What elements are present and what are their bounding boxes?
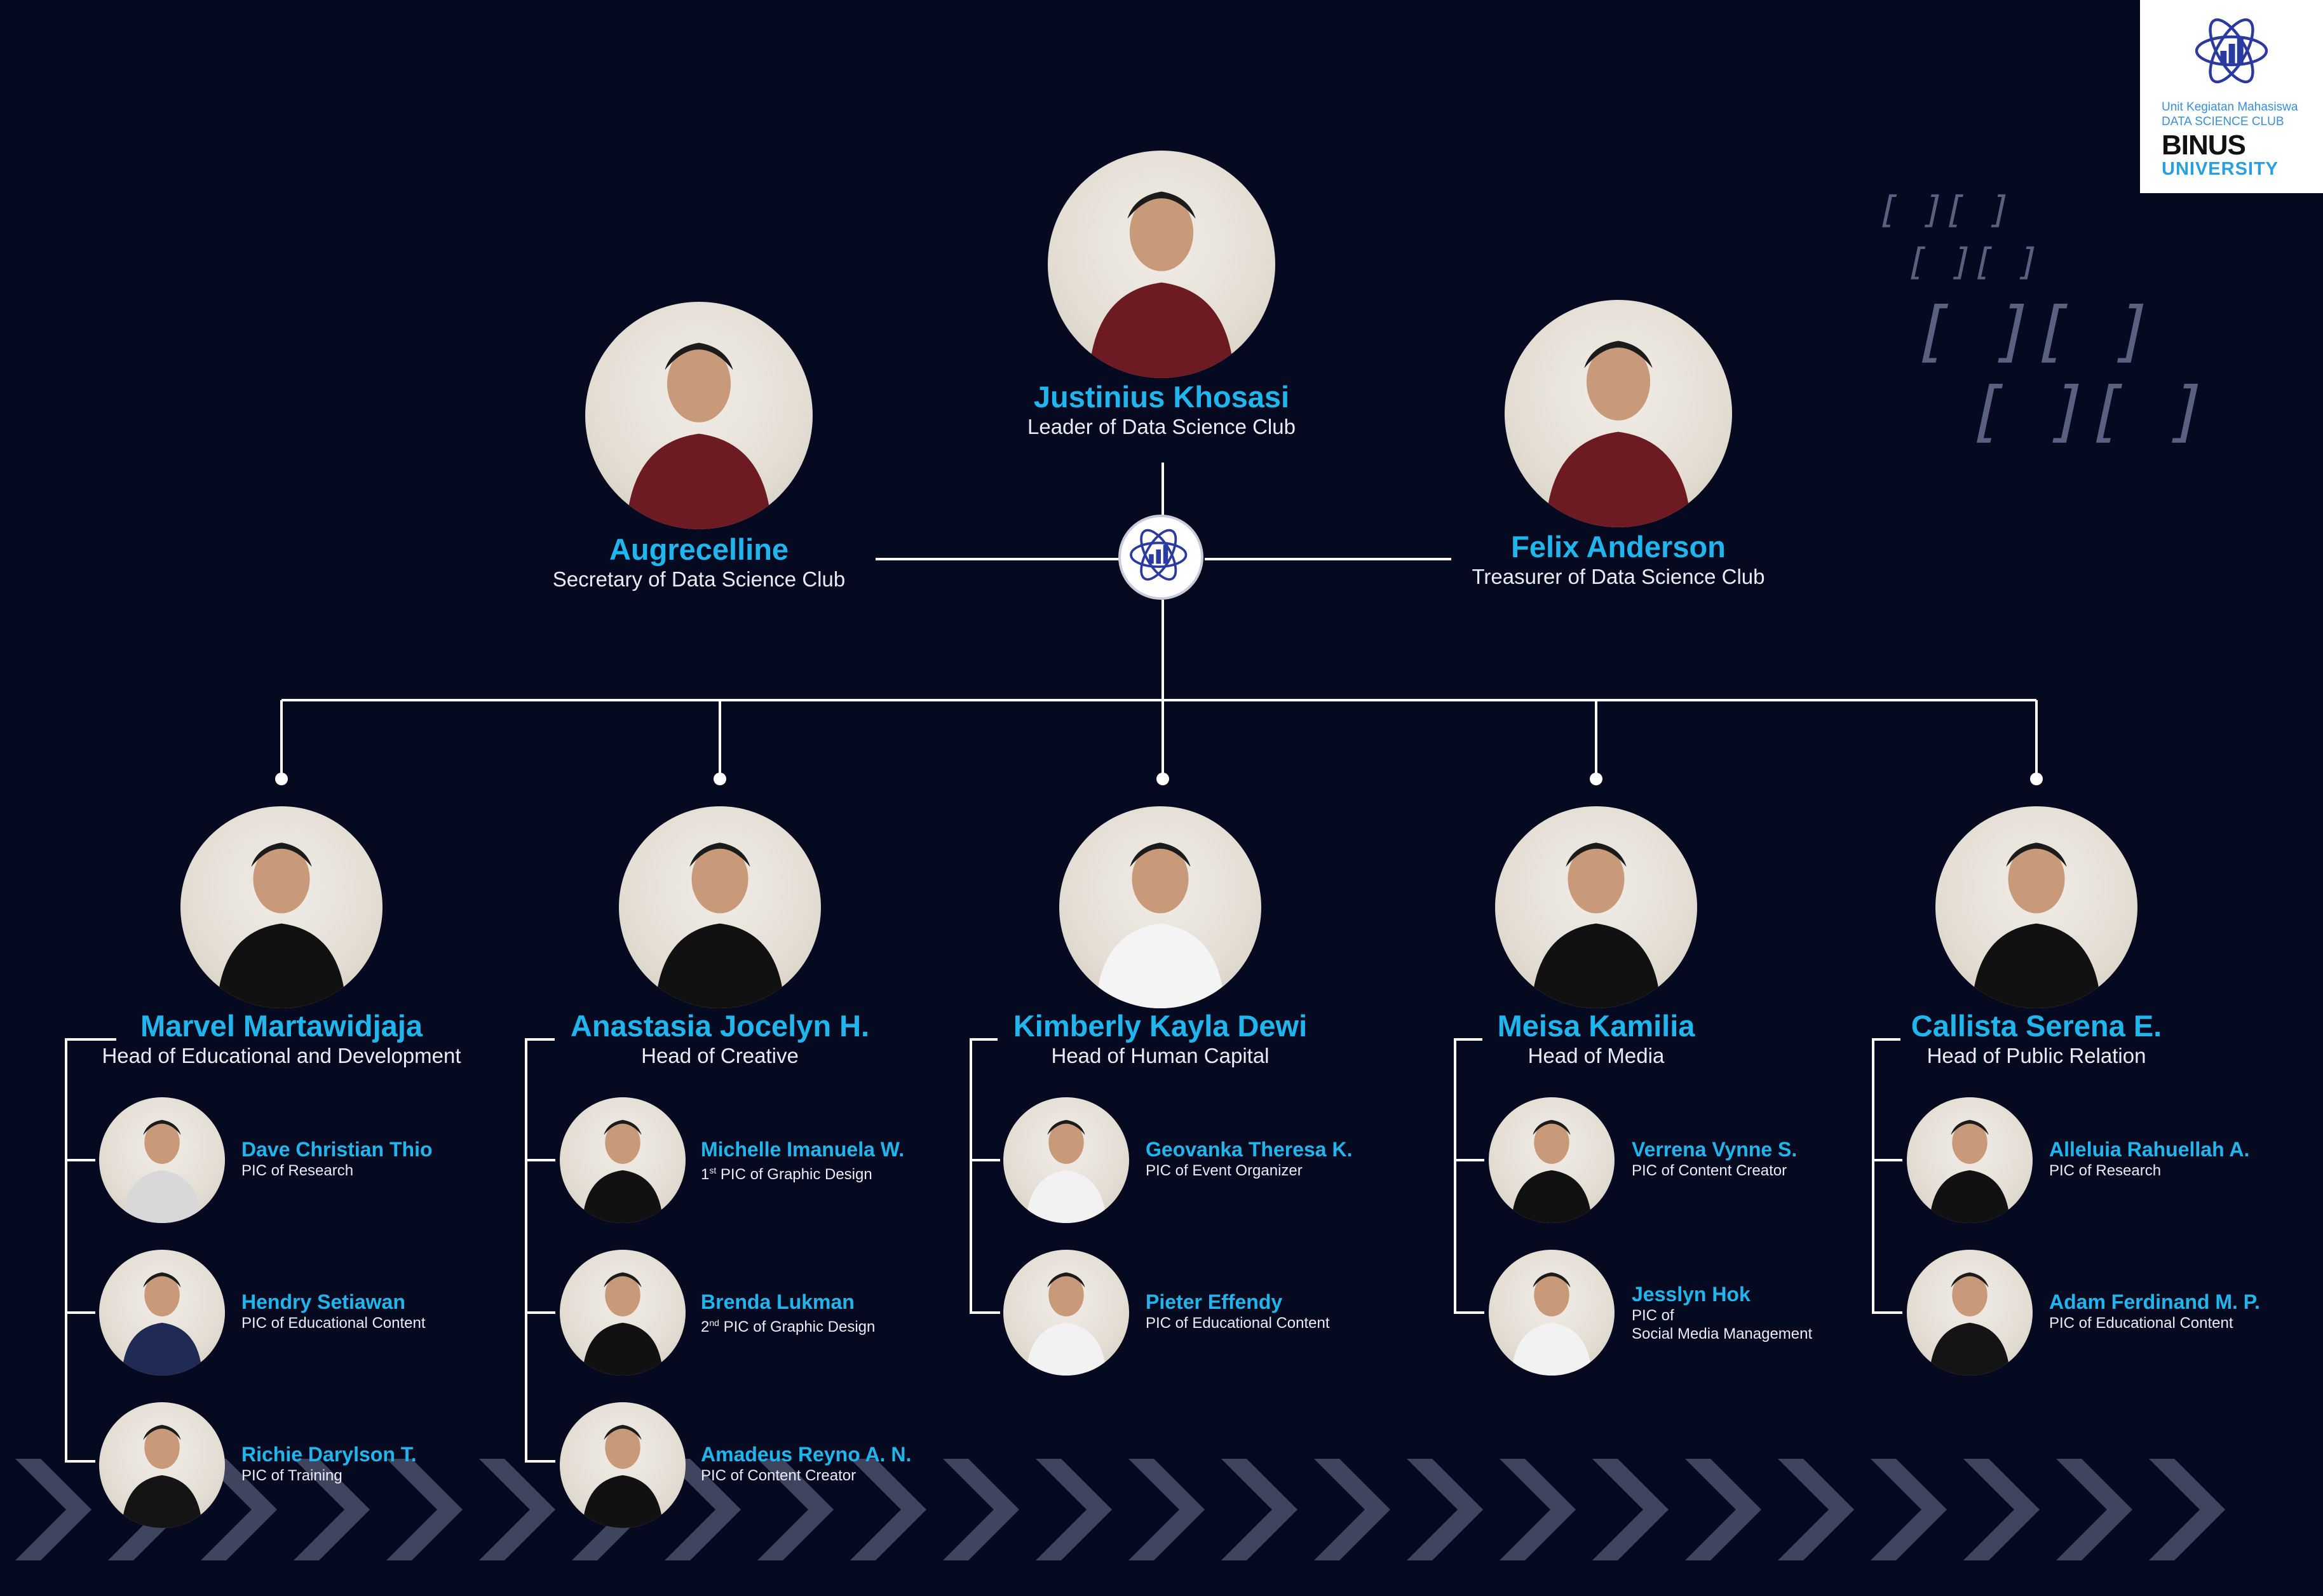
member-name: Alleluia Rahuellah A. (2049, 1138, 2250, 1161)
member-photo (99, 1097, 225, 1223)
member-label: Alleluia Rahuellah A. PIC of Research (2049, 1137, 2249, 1180)
member-label: Adam Ferdinand M. P. PIC of Educational C… (2049, 1290, 2260, 1332)
person-name: Felix Anderson (1511, 530, 1726, 564)
role-ordinal-suffix: nd (709, 1318, 719, 1328)
member-name: Pieter Effendy (1146, 1290, 1283, 1313)
chevron-right-icon (2149, 1459, 2225, 1560)
member-name: Jesslyn Hok (1632, 1283, 1751, 1306)
member-photo (1003, 1097, 1129, 1223)
member-role: PIC of (1632, 1307, 1674, 1324)
member-role: PIC of Educational Content (1146, 1315, 1330, 1332)
chevron-right-icon (1778, 1459, 1854, 1560)
chevron-right-icon (1221, 1459, 1297, 1560)
chevron-right-icon (1128, 1459, 1205, 1560)
person-name: Callista Serena E. (1911, 1009, 2162, 1043)
head-photo (1495, 806, 1697, 1008)
head-photo (180, 806, 383, 1008)
person-role: Leader of Data Science Club (1027, 415, 1296, 438)
chevron-right-icon (1871, 1459, 1947, 1560)
member-label: Jesslyn Hok PIC of Social Media Management (1632, 1282, 1812, 1343)
chevron-right-icon (943, 1459, 1019, 1560)
member-role: PIC of Content Creator (1632, 1162, 1787, 1179)
member-label: Brenda Lukman 2nd PIC of Graphic Design (701, 1290, 875, 1336)
member-role: 2nd PIC of Graphic Design (701, 1314, 875, 1336)
member-photo (1003, 1250, 1129, 1376)
member-label: Richie Darylson T. PIC of Training (241, 1442, 417, 1485)
person-name: Justinius Khosasi (1033, 380, 1290, 414)
chevron-right-icon (2056, 1459, 2132, 1560)
member-label: Verrena Vynne S. PIC of Content Creator (1632, 1137, 1797, 1180)
person-role: Treasurer of Data Science Club (1472, 565, 1765, 588)
member-name: Dave Christian Thio (241, 1138, 433, 1161)
member-role: 1st PIC of Graphic Design (701, 1161, 904, 1184)
person-role: Head of Public Relation (1927, 1044, 2146, 1067)
member-photo (1907, 1250, 2033, 1376)
head-photo (1935, 806, 2137, 1008)
secretary-photo (585, 302, 813, 529)
role-ordinal: 2 (701, 1318, 710, 1336)
leader-photo (1048, 151, 1275, 378)
member-label: Hendry Setiawan PIC of Educational Conten… (241, 1290, 426, 1332)
leader-label: Justinius Khosasi Leader of Data Science … (844, 380, 1479, 440)
member-role: PIC of Educational Content (241, 1315, 426, 1332)
member-label: Geovanka Theresa K. PIC of Event Organize… (1146, 1137, 1352, 1180)
member-role: PIC of Content Creator (701, 1467, 857, 1484)
chevron-right-icon (1314, 1459, 1390, 1560)
member-photo (99, 1250, 225, 1376)
role-ordinal-suffix: st (709, 1165, 717, 1175)
role-text: PIC of Graphic Design (719, 1318, 876, 1336)
person-name: Augrecelline (609, 532, 789, 566)
member-name: Verrena Vynne S. (1632, 1138, 1798, 1161)
chevron-right-icon (1036, 1459, 1112, 1560)
member-name: Richie Darylson T. (241, 1443, 417, 1466)
member-label: Pieter Effendy PIC of Educational Content (1146, 1290, 1330, 1332)
member-photo (560, 1250, 686, 1376)
member-photo (1489, 1250, 1615, 1376)
chevron-right-icon (1500, 1459, 1576, 1560)
member-name: Geovanka Theresa K. (1146, 1138, 1353, 1161)
chevron-right-icon (1592, 1459, 1669, 1560)
org-chart: [ ][ ] [ ][ ] [ ][ ] [ ][ ] Unit Kegiata… (0, 0, 2323, 1596)
head-photo (1059, 806, 1261, 1008)
member-role-line2: Social Media Management (1632, 1325, 1813, 1342)
member-role: PIC of Research (2049, 1162, 2162, 1179)
member-photo (560, 1402, 686, 1528)
head-photo (619, 806, 821, 1008)
role-text: PIC of Graphic Design (716, 1166, 872, 1183)
head-label: Callista Serena E. Head of Public Relatio… (1719, 1009, 2323, 1069)
member-photo (560, 1097, 686, 1223)
treasurer-label: Felix Anderson Treasurer of Data Science … (1301, 530, 1936, 590)
member-photo (1907, 1097, 2033, 1223)
chevron-right-icon (15, 1459, 91, 1560)
member-name: Hendry Setiawan (241, 1290, 405, 1313)
chevron-right-icon (1407, 1459, 1483, 1560)
chevron-right-icon (1685, 1459, 1761, 1560)
member-label: Amadeus Reyno A. N. PIC of Content Creato… (701, 1442, 911, 1485)
member-role: PIC of Event Organizer (1146, 1162, 1303, 1179)
member-label: Dave Christian Thio PIC of Research (241, 1137, 433, 1180)
chevron-right-icon (1963, 1459, 2040, 1560)
member-name: Michelle Imanuela W. (701, 1138, 905, 1161)
member-role: PIC of Training (241, 1467, 342, 1484)
treasurer-photo (1505, 300, 1732, 527)
secretary-label: Augrecelline Secretary of Data Science Cl… (381, 532, 1017, 592)
member-role: PIC of Research (241, 1162, 354, 1179)
chevron-right-icon (479, 1459, 555, 1560)
member-label: Michelle Imanuela W. 1st PIC of Graphic D… (701, 1137, 904, 1184)
person-role: Secretary of Data Science Club (552, 567, 846, 591)
member-name: Adam Ferdinand M. P. (2049, 1290, 2260, 1313)
member-name: Brenda Lukman (701, 1290, 855, 1313)
role-ordinal: 1 (701, 1166, 710, 1183)
member-name: Amadeus Reyno A. N. (701, 1443, 912, 1466)
member-photo (1489, 1097, 1615, 1223)
member-role: PIC of Educational Content (2049, 1315, 2233, 1332)
member-photo (99, 1402, 225, 1528)
